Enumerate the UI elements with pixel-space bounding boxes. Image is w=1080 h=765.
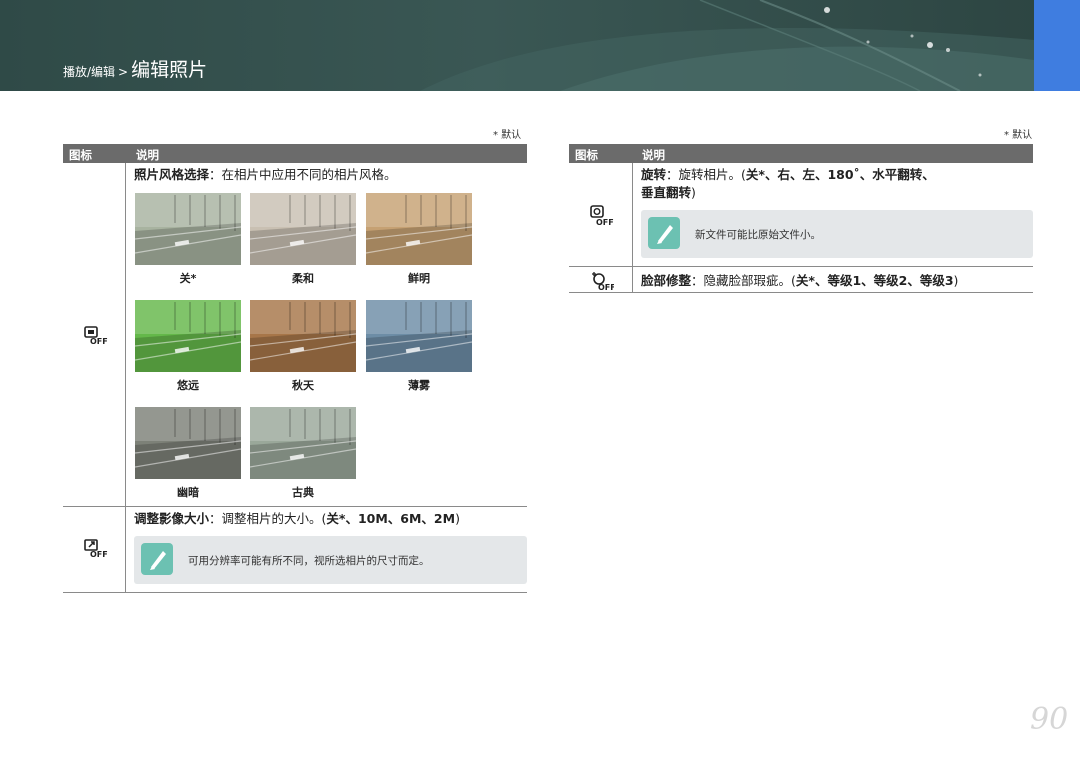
svg-text:OFF: OFF [90, 550, 108, 559]
style-thumbnail-label: 关* [179, 272, 197, 285]
col-icon-header-right: 图标 [575, 148, 598, 162]
style-thumbnail-label: 幽暗 [177, 486, 199, 499]
resize-off-icon: OFF [84, 539, 108, 559]
resize-description: 调整影像大小：调整相片的大小。(关*、10M、6M、2M) [134, 510, 460, 528]
table-header: 图标 说明 [63, 144, 527, 163]
svg-text:OFF: OFF [90, 337, 108, 346]
row-divider [63, 506, 527, 507]
rotate-off-icon: OFF [590, 205, 614, 227]
resize-title: 调整影像大小 [134, 511, 210, 526]
face-retouch-options: 关*、等级1、等级2、等级3 [795, 273, 954, 288]
breadcrumb-separator: > [118, 65, 129, 79]
face-retouch-description: 脸部修整：隐藏脸部瑕疵。(关*、等级1、等级2、等级3) [641, 272, 958, 290]
page-number: 90 [1030, 702, 1069, 737]
rotate-title: 旋转 [641, 167, 667, 182]
resize-close: ) [455, 511, 460, 526]
photo-style-text: ：在相片中应用不同的相片风格。 [209, 167, 397, 182]
style-thumbnail [250, 300, 356, 372]
photo-style-off-icon: OFF [84, 326, 108, 346]
rotate-close: ) [691, 185, 696, 200]
photo-style-description: 照片风格选择：在相片中应用不同的相片风格。 [134, 166, 397, 184]
rotate-options-line2: 垂直翻转 [641, 185, 692, 200]
style-thumbnail-label: 古典 [292, 486, 314, 499]
col-icon-header: 图标 [69, 148, 92, 162]
resize-note: 可用分辨率可能有所不同，视所选相片的尺寸而定。 [134, 536, 527, 584]
default-legend: * 默认 [493, 130, 522, 141]
col-desc-header: 说明 [136, 148, 159, 162]
column-divider-right [632, 163, 633, 293]
breadcrumb-section: 播放/编辑 [63, 65, 116, 79]
style-thumbnail-label: 鲜明 [408, 272, 430, 285]
style-thumbnail-label: 柔和 [292, 272, 314, 285]
breadcrumb: 播放/编辑 > 编辑照片 [63, 55, 207, 82]
style-thumbnail [135, 193, 241, 265]
svg-text:OFF: OFF [596, 218, 614, 227]
rotate-text: ：旋转相片。( [666, 167, 746, 182]
style-thumbnail [366, 193, 472, 265]
note-pen-icon [648, 217, 680, 249]
rotate-note: 新文件可能比原始文件小。 [641, 210, 1033, 258]
style-thumbnail [250, 407, 356, 479]
resize-text: ：调整相片的大小。( [209, 511, 327, 526]
rotate-options-line1: 关*、右、左、180˚、水平翻转、 [745, 167, 935, 182]
col-desc-header-right: 说明 [642, 148, 665, 162]
face-retouch-text: ：隐藏脸部瑕疵。( [691, 273, 796, 288]
face-retouch-off-icon: OFF [592, 272, 614, 292]
chapter-tab[interactable] [1034, 0, 1080, 91]
photo-style-title: 照片风格选择 [134, 167, 210, 182]
resize-options: 关*、10M、6M、2M [326, 511, 456, 526]
style-thumbnail-label: 悠远 [177, 379, 199, 392]
face-retouch-close: ) [953, 273, 959, 288]
table-bottom-rule-right [569, 292, 1033, 293]
rotate-note-text: 新文件可能比原始文件小。 [695, 229, 821, 241]
note-pen-icon [141, 543, 173, 575]
face-retouch-title: 脸部修整 [641, 273, 692, 288]
style-thumbnail [250, 193, 356, 265]
default-legend-right: * 默认 [1004, 130, 1033, 141]
resize-note-text: 可用分辨率可能有所不同，视所选相片的尺寸而定。 [188, 555, 430, 567]
rotate-description: 旋转：旋转相片。(关*、右、左、180˚、水平翻转、垂直翻转) [641, 166, 1026, 202]
row-divider-right [569, 266, 1033, 267]
header-banner: 播放/编辑 > 编辑照片 [0, 0, 1080, 91]
column-divider [125, 163, 126, 592]
style-thumbnail [366, 300, 472, 372]
table-header-right: 图标 说明 [569, 144, 1033, 163]
style-thumbnail [135, 300, 241, 372]
table-bottom-rule [63, 592, 527, 593]
style-thumbnail-label: 秋天 [292, 379, 314, 392]
style-thumbnail-label: 薄雾 [408, 379, 430, 392]
page-title: 编辑照片 [131, 59, 208, 81]
style-thumbnail [135, 407, 241, 479]
svg-text:OFF: OFF [598, 283, 614, 292]
